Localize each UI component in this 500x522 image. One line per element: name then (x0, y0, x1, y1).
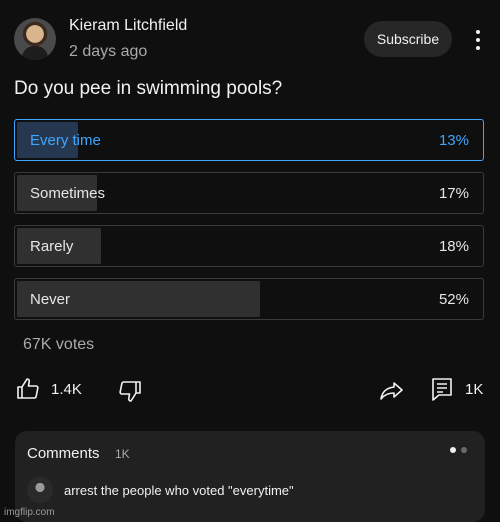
watermark: imgflip.com (4, 507, 55, 518)
commenter-avatar (27, 477, 53, 503)
channel-name[interactable]: Kieram Litchfield (69, 17, 187, 35)
vote-count: 67K votes (23, 336, 95, 353)
more-vertical-icon[interactable] (466, 24, 490, 56)
carousel-dot-active (450, 447, 456, 453)
thumbs-down-icon[interactable] (118, 379, 142, 403)
comment-icon[interactable] (430, 376, 454, 402)
poll-option-label: Rarely (30, 238, 74, 255)
carousel-dots (450, 447, 470, 455)
poll-option-sometimes[interactable]: Sometimes 17% (14, 172, 484, 214)
subscribe-button[interactable]: Subscribe (364, 21, 452, 57)
comment-count: 1K (465, 381, 484, 398)
poll-option-label: Every time (30, 132, 101, 149)
comments-panel[interactable]: Comments 1K arrest the people who voted … (15, 431, 485, 522)
channel-avatar[interactable] (14, 18, 56, 60)
poll-option-every-time[interactable]: Every time 13% (14, 119, 484, 161)
post-time: 2 days ago (69, 43, 148, 60)
like-count: 1.4K (51, 381, 82, 398)
carousel-dot (461, 447, 467, 453)
comments-title: Comments (27, 445, 100, 462)
poll-option-percent: 18% (438, 238, 469, 255)
poll-option-never[interactable]: Never 52% (14, 278, 484, 320)
thumbs-up-icon[interactable] (16, 377, 40, 401)
poll-option-percent: 13% (438, 132, 469, 149)
poll-option-percent: 17% (438, 185, 469, 202)
poll-option-label: Sometimes (30, 185, 106, 202)
share-icon[interactable] (379, 379, 405, 403)
poll-question: Do you pee in swimming pools? (14, 78, 283, 99)
poll-option-percent: 52% (438, 291, 469, 308)
post-header: Kieram Litchfield 2 days ago Subscribe (14, 17, 486, 63)
comments-count: 1K (115, 447, 130, 461)
poll-option-label: Never (30, 291, 71, 308)
poll-option-rarely[interactable]: Rarely 18% (14, 225, 484, 267)
action-bar: 1.4K 1K (0, 375, 500, 405)
comment-preview-text: arrest the people who voted "everytime" (64, 483, 294, 498)
